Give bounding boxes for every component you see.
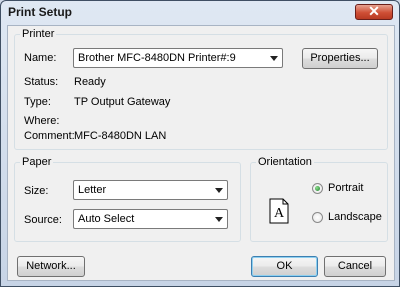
comment-value: MFC-8480DN LAN <box>74 130 167 142</box>
close-icon: ✕ <box>368 3 380 19</box>
portrait-label[interactable]: Portrait <box>328 182 363 194</box>
window-title: Print Setup <box>8 5 73 19</box>
paper-size-select[interactable]: Letter <box>73 180 228 200</box>
print-setup-window: Print Setup ✕ Printer Name: Brother MFC-… <box>0 0 400 287</box>
paper-size-value: Letter <box>78 184 107 196</box>
size-label: Size: <box>24 185 49 197</box>
printer-name-value: Brother MFC-8480DN Printer#:9 <box>78 52 236 64</box>
comment-label: Comment: <box>24 130 75 142</box>
name-label: Name: <box>24 52 57 64</box>
title-bar[interactable]: Print Setup ✕ <box>1 1 399 23</box>
dialog-body: Printer Name: Brother MFC-8480DN Printer… <box>7 25 395 281</box>
cancel-button[interactable]: Cancel <box>324 256 386 277</box>
status-label: Status: <box>24 76 59 88</box>
status-value: Ready <box>74 76 106 88</box>
source-label: Source: <box>24 214 62 226</box>
type-value: TP Output Gateway <box>74 96 171 108</box>
landscape-label[interactable]: Landscape <box>328 211 382 223</box>
portrait-page-icon: A <box>269 198 289 224</box>
properties-button[interactable]: Properties... <box>302 48 378 69</box>
printer-group-label: Printer <box>22 28 55 40</box>
portrait-radio[interactable] <box>312 183 323 194</box>
paper-group-label: Paper <box>22 156 52 168</box>
page-icon-letter: A <box>274 206 285 221</box>
dropdown-arrow-icon <box>270 56 278 61</box>
paper-source-value: Auto Select <box>78 213 135 225</box>
printer-name-select[interactable]: Brother MFC-8480DN Printer#:9 <box>73 48 283 68</box>
landscape-radio[interactable] <box>312 212 323 223</box>
orientation-group-label: Orientation <box>258 156 312 168</box>
dropdown-arrow-icon <box>215 217 223 222</box>
where-label: Where: <box>24 115 60 127</box>
close-button[interactable]: ✕ <box>355 3 393 20</box>
dropdown-arrow-icon <box>215 188 223 193</box>
paper-source-select[interactable]: Auto Select <box>73 209 228 229</box>
ok-button[interactable]: OK <box>251 256 318 277</box>
network-button[interactable]: Network... <box>17 256 85 277</box>
type-label: Type: <box>24 96 51 108</box>
orientation-group: Orientation A <box>250 156 388 242</box>
